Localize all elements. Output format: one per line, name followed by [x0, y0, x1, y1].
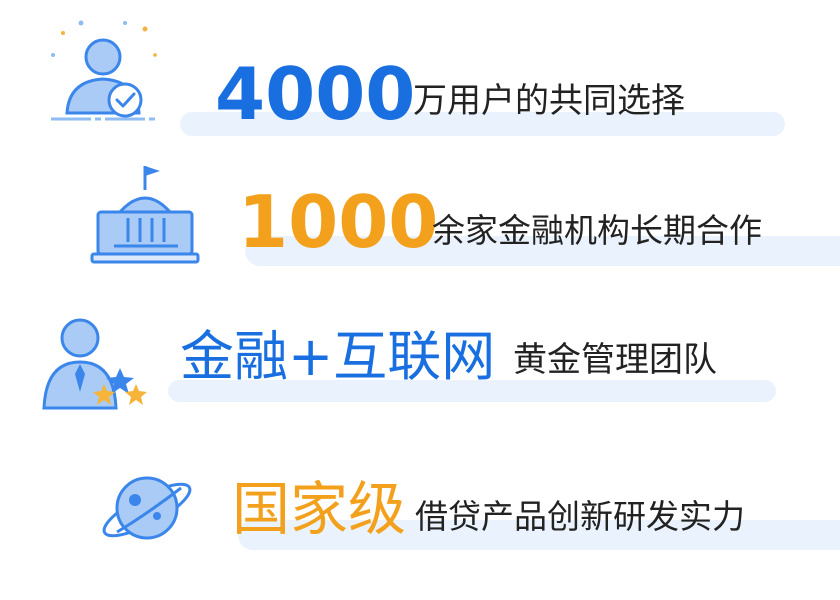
institution-building-icon [90, 160, 200, 270]
planet-icon [95, 462, 205, 552]
caption-team: 黄金管理团队 [513, 340, 717, 380]
caption-institutions: 余家金融机构长期合作 [432, 211, 762, 250]
user-check-icon [45, 15, 165, 125]
highlight-1000: 1000 [238, 180, 439, 264]
highlight-national: 国家级 [232, 475, 407, 543]
caption-users: 万用户的共同选择 [413, 81, 685, 121]
highlight-fintech: 金融+互联网 [180, 325, 496, 388]
highlight-4000: 4000 [215, 52, 416, 136]
team-star-icon [40, 312, 160, 412]
caption-rd: 借贷产品创新研发实力 [415, 497, 745, 536]
